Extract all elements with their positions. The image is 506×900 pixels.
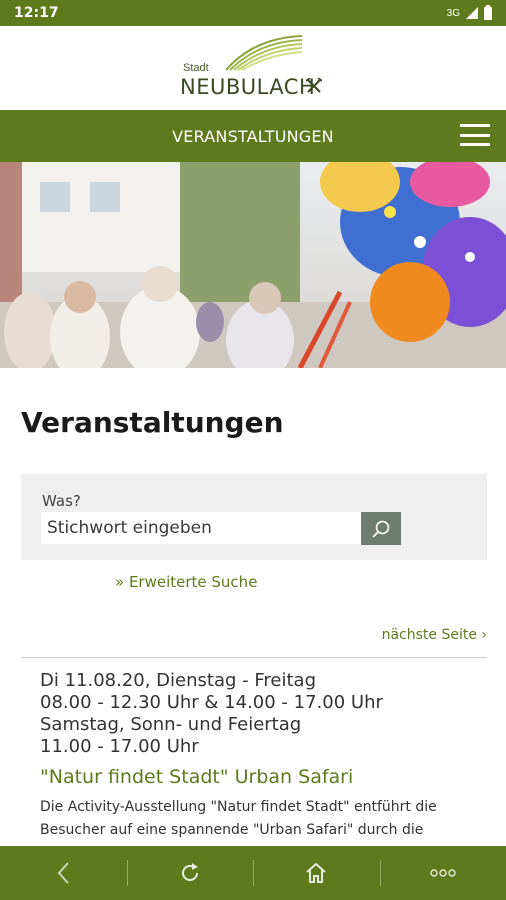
- battery-icon: [484, 4, 492, 20]
- search-icon: [372, 520, 390, 538]
- hammer-pick-icon: [306, 78, 322, 93]
- home-icon: [306, 862, 326, 883]
- next-page-link[interactable]: nächste Seite ›: [382, 627, 487, 643]
- event-description: Die Activity-Ausstellung "Natur findet S…: [40, 799, 437, 838]
- search-panel: Was?: [21, 474, 487, 560]
- logo-name-text: NEUBULACH: [180, 75, 316, 99]
- nav-title: VERANSTALTUNGEN: [172, 126, 334, 146]
- navigation-bar: VERANSTALTUNGEN: [0, 110, 506, 162]
- site-logo[interactable]: Stadt NEUBULACH: [0, 26, 506, 110]
- logo-stadt-text: Stadt: [183, 62, 209, 74]
- back-button[interactable]: [0, 846, 127, 900]
- divider: [21, 657, 487, 658]
- event-title-link[interactable]: "Natur findet Stadt" Urban Safari: [40, 766, 480, 788]
- search-input[interactable]: [41, 512, 361, 544]
- search-button[interactable]: [361, 512, 401, 545]
- event-date-line: Di 11.08.20, Dienstag - Freitag: [40, 670, 316, 691]
- event-date-line: 11.00 - 17.00 Uhr: [40, 736, 199, 757]
- more-button[interactable]: [379, 846, 506, 900]
- advanced-search-link[interactable]: » Erweiterte Suche: [115, 573, 257, 591]
- reload-button[interactable]: [126, 846, 254, 900]
- network-type: 3G: [446, 7, 460, 19]
- event-date-line: Samstag, Sonn- und Feiertag: [40, 714, 302, 735]
- status-time: 12:17: [14, 5, 59, 21]
- reload-icon: [181, 863, 198, 881]
- event-item: Di 11.08.20, Dienstag - Freitag 08.00 - …: [40, 670, 480, 842]
- event-date-line: 08.00 - 12.30 Uhr & 14.00 - 17.00 Uhr: [40, 692, 383, 713]
- event-dates: Di 11.08.20, Dienstag - Freitag 08.00 - …: [40, 670, 480, 758]
- status-bar: 12:17 3G: [0, 0, 506, 26]
- hero-image: [0, 162, 506, 368]
- back-icon: [57, 862, 69, 884]
- menu-icon[interactable]: [460, 124, 490, 146]
- signal-icon: [466, 7, 478, 19]
- bottom-navigation: [0, 846, 506, 900]
- search-label: Was?: [42, 492, 81, 510]
- home-button[interactable]: [253, 846, 380, 900]
- more-icon: [430, 869, 456, 877]
- page-title: Veranstaltungen: [21, 406, 284, 439]
- logo-swoosh-icon: [225, 35, 303, 71]
- status-icons: 3G: [446, 4, 492, 20]
